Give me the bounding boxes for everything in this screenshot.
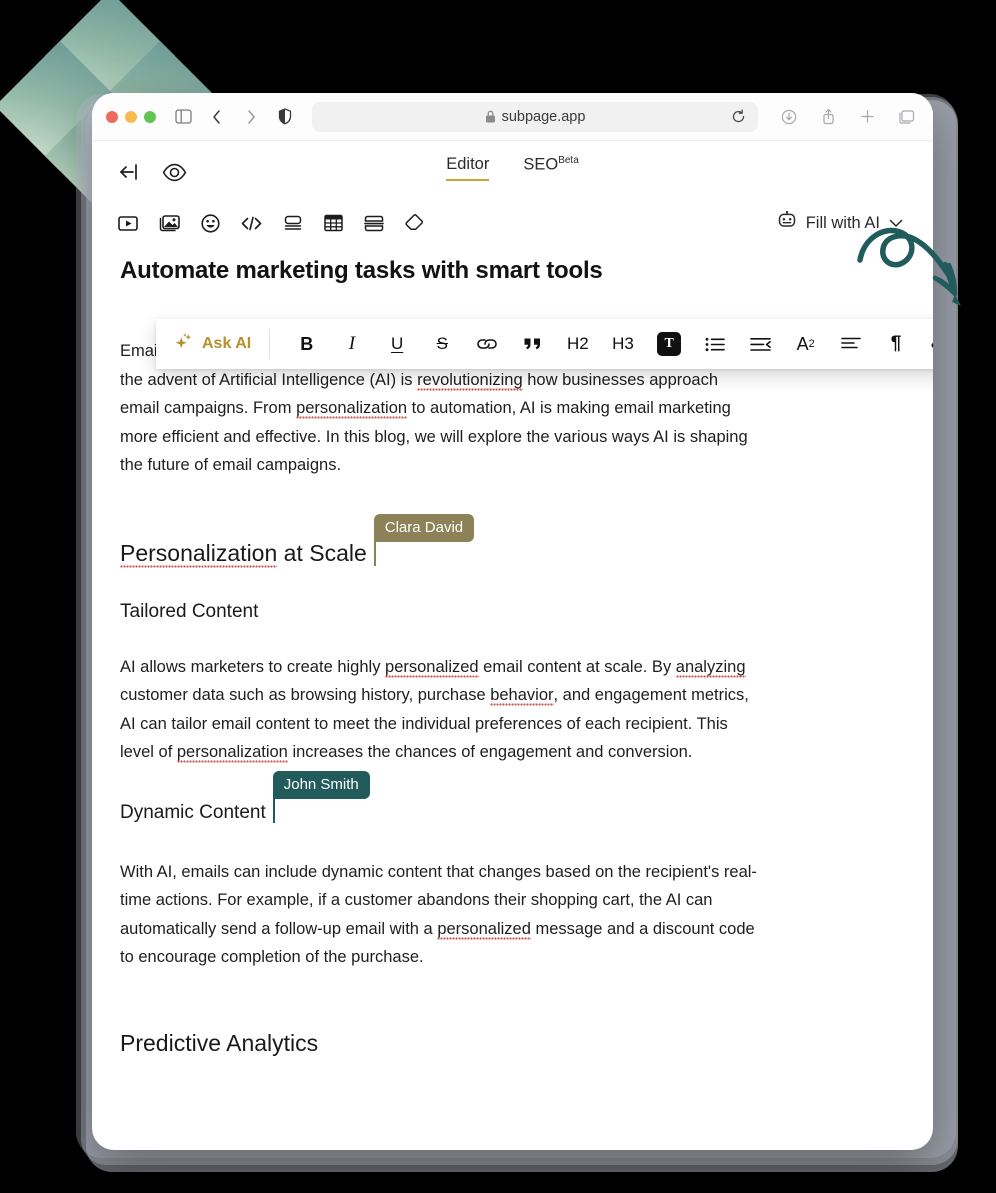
text-run: increases the chances of engagement and … [287, 743, 693, 761]
eraser-icon[interactable] [405, 214, 425, 232]
divider-icon[interactable] [364, 215, 384, 232]
minimize-window-button[interactable] [125, 110, 137, 123]
spellcheck-word[interactable]: personalization [177, 743, 288, 761]
superscript-exponent: 2 [808, 338, 815, 350]
back-icon[interactable] [204, 104, 230, 130]
italic-button[interactable]: I [341, 329, 363, 359]
spellcheck-word[interactable]: Personalization [120, 540, 277, 566]
strikethrough-button[interactable]: S [431, 329, 453, 359]
app-header-left [118, 162, 187, 182]
sidebar-toggle-icon[interactable] [170, 104, 196, 130]
heading-personalization-at-scale[interactable]: Personalization at Scale Clara David [120, 513, 907, 567]
tab-seo-label: SEO [523, 155, 559, 174]
downloads-icon[interactable] [776, 104, 802, 130]
browser-actions [776, 104, 919, 130]
spellcheck-word[interactable]: personalized [437, 920, 531, 938]
reload-icon[interactable] [731, 109, 746, 124]
document-header: Automate marketing tasks with smart tool… [92, 235, 933, 285]
collaborator-caret-john: John Smith [272, 770, 370, 823]
heading-2-button[interactable]: H2 [567, 329, 589, 359]
subheading-tailored-content[interactable]: Tailored Content [120, 601, 907, 623]
format-toolbar: Ask AI B I U S H2 H3 T A 2 ¶ [156, 319, 933, 369]
page-title[interactable]: Automate marketing tasks with smart tool… [118, 257, 907, 285]
curly-arrow-icon [856, 218, 978, 323]
address-bar[interactable]: subpage.app [312, 101, 758, 132]
tab-seo[interactable]: SEOBeta [523, 155, 578, 181]
url-text: subpage.app [501, 108, 586, 125]
ask-ai-label: Ask AI [202, 335, 252, 352]
collaborator-name-tag: Clara David [373, 513, 475, 542]
underline-button[interactable]: U [386, 329, 408, 359]
tab-editor-label: Editor [446, 155, 490, 173]
bold-button[interactable]: B [296, 329, 318, 359]
align-left-button[interactable] [840, 329, 862, 359]
screenshot-root: subpage.app Editor SEOBeta Fill with AI … [0, 0, 996, 1193]
ask-ai-button[interactable]: Ask AI [156, 319, 269, 369]
image-icon[interactable] [159, 214, 180, 232]
heading-predictive-analytics[interactable]: Predictive Analytics [120, 1030, 907, 1057]
clear-format-button[interactable] [930, 329, 933, 359]
heading-3-button[interactable]: H3 [612, 329, 634, 359]
text-style-glyph: T [657, 332, 682, 356]
paragraph-button[interactable]: ¶ [885, 329, 907, 359]
format-buttons: B I U S H2 H3 T A 2 ¶ [270, 329, 933, 359]
collaborator-caret-clara: Clara David [373, 513, 475, 566]
bullet-list-button[interactable] [704, 329, 726, 359]
traffic-lights [106, 110, 156, 123]
browser-window: subpage.app Editor SEOBeta Fill with AI … [92, 93, 933, 1150]
table-icon[interactable] [324, 214, 343, 232]
text-run: Dynamic Content [120, 801, 266, 823]
spellcheck-word[interactable]: behavior [490, 686, 553, 704]
superscript-base: A [796, 333, 809, 354]
tab-overview-icon[interactable] [893, 104, 919, 130]
spellcheck-word[interactable]: personalization [296, 399, 407, 417]
text-run: at Scale [277, 539, 367, 566]
spellcheck-word[interactable]: revolutionizing [417, 371, 522, 389]
browser-chrome: subpage.app [92, 93, 933, 141]
lock-icon [485, 110, 496, 123]
collaborator-name-tag: John Smith [272, 770, 370, 799]
shield-icon[interactable] [272, 104, 298, 130]
block-toolbar: Fill with AI [92, 203, 933, 235]
indent-button[interactable] [750, 329, 772, 359]
share-icon[interactable] [815, 104, 841, 130]
quote-button[interactable] [522, 329, 544, 359]
code-icon[interactable] [241, 215, 262, 232]
text-run: AI allows marketers to create highly [120, 657, 386, 676]
browser-nav [170, 104, 298, 130]
forward-icon[interactable] [238, 104, 264, 130]
video-icon[interactable] [118, 215, 138, 232]
superscript-button[interactable]: A2 [795, 329, 817, 359]
spellcheck-word[interactable]: personalized [385, 658, 479, 676]
subheading-dynamic-content[interactable]: Dynamic Content John Smith [120, 770, 907, 824]
new-tab-icon[interactable] [854, 104, 880, 130]
tab-editor[interactable]: Editor [446, 155, 490, 181]
robot-icon [777, 210, 797, 235]
eye-icon[interactable] [162, 163, 187, 182]
paragraph-tailored[interactable]: AI allows marketers to create highly per… [120, 653, 760, 767]
emoji-icon[interactable] [201, 213, 220, 233]
paragraph-dynamic[interactable]: With AI, emails can include dynamic cont… [120, 858, 760, 972]
link-button[interactable] [476, 329, 498, 359]
text-style-button[interactable]: T [657, 329, 682, 359]
spellcheck-word[interactable]: analyzing [676, 658, 746, 676]
app-header: Editor SEOBeta [92, 141, 933, 203]
tab-seo-badge: Beta [558, 155, 579, 166]
app-tabs: Editor SEOBeta [92, 155, 933, 181]
card-icon[interactable] [283, 215, 303, 231]
close-window-button[interactable] [106, 110, 118, 123]
block-tools [118, 213, 425, 233]
maximize-window-button[interactable] [144, 110, 156, 123]
text-run: email content at scale. By [478, 657, 676, 676]
text-run: customer data such as browsing history, … [120, 686, 491, 704]
collapse-left-icon[interactable] [118, 162, 140, 182]
document-body: Email marketing has long been a cornerst… [92, 337, 933, 1057]
sparkle-icon [174, 332, 194, 357]
